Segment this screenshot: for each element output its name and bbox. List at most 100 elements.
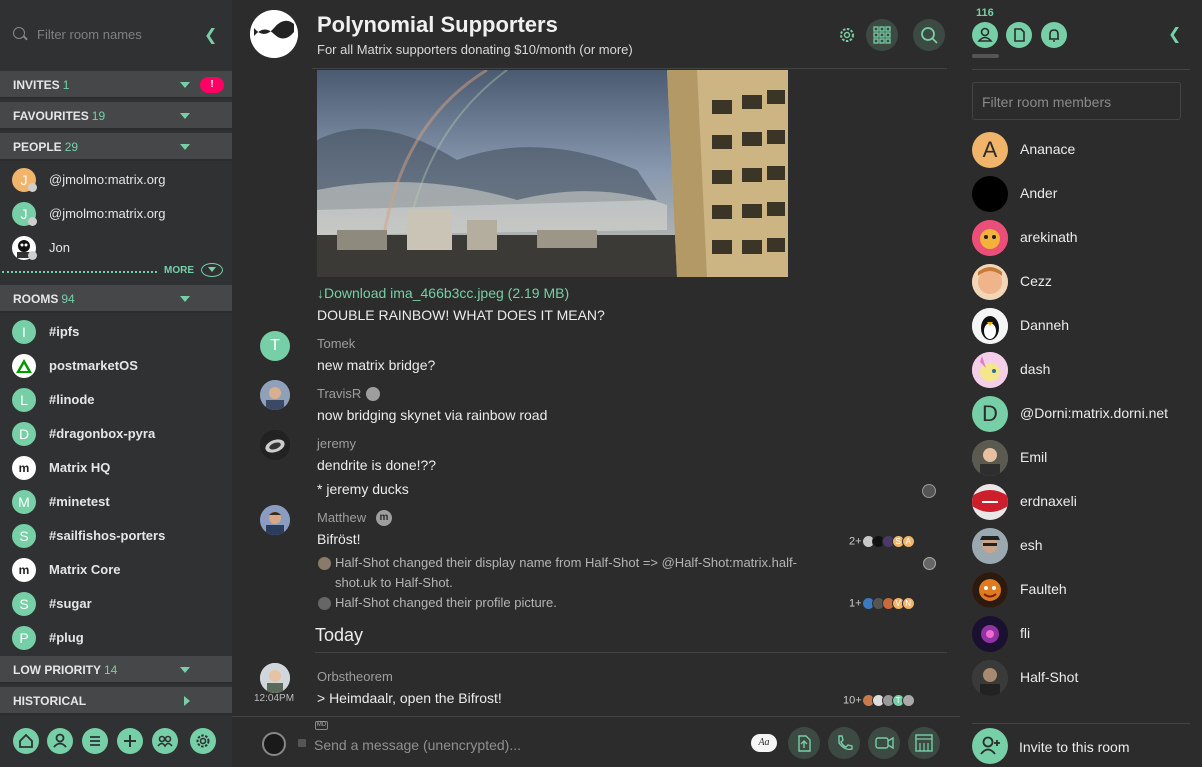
chevron-right-icon[interactable] xyxy=(184,696,190,706)
files-tab-icon[interactable] xyxy=(1006,22,1032,48)
room-avatar[interactable] xyxy=(250,10,298,58)
room-item[interactable]: m Matrix HQ xyxy=(0,451,232,485)
voice-call-icon[interactable] xyxy=(828,727,860,759)
read-receipts[interactable]: 1+ VN xyxy=(849,597,915,610)
section-rooms[interactable]: ROOMS 94 xyxy=(0,285,232,313)
settings-icon[interactable] xyxy=(190,728,216,754)
format-toggle[interactable]: Aa xyxy=(751,734,777,752)
sender-name[interactable]: TravisR xyxy=(317,386,361,401)
show-more[interactable]: MORE xyxy=(0,263,232,279)
avatar xyxy=(972,528,1008,564)
member-item[interactable]: fli xyxy=(972,613,1190,657)
apps-grid-icon[interactable] xyxy=(866,19,898,51)
collapse-left-icon[interactable]: ❮ xyxy=(204,25,217,45)
room-item[interactable]: D #dragonbox-pyra xyxy=(0,417,232,451)
group-icon[interactable] xyxy=(152,728,178,754)
chevron-down-icon[interactable] xyxy=(180,667,190,673)
member-item[interactable]: erdnaxeli xyxy=(972,481,1190,525)
read-receipts[interactable]: 2+ SA xyxy=(849,535,915,548)
search-icon xyxy=(13,27,25,39)
apps-icon[interactable] xyxy=(908,727,940,759)
members-tab-icon[interactable] xyxy=(972,22,998,48)
section-historical-label: HISTORICAL xyxy=(13,694,87,708)
people-item[interactable]: Jon xyxy=(0,231,232,265)
avatar[interactable] xyxy=(260,430,290,460)
sender-name[interactable]: Orbstheorem xyxy=(317,669,393,684)
timeline[interactable]: ↓Download ima_466b3cc.jpeg (2.19 MB) DOU… xyxy=(232,69,960,716)
people-item[interactable]: J @jmolmo:matrix.org xyxy=(0,163,232,197)
avatar: A xyxy=(901,535,915,548)
member-item[interactable]: D @Dorni:matrix.dorni.net xyxy=(972,393,1190,437)
people-item[interactable]: J @jmolmo:matrix.org xyxy=(0,197,232,231)
member-item[interactable]: esh xyxy=(972,525,1190,569)
room-item[interactable]: S #sailfishos-porters xyxy=(0,519,232,553)
room-item[interactable]: m Matrix Core xyxy=(0,553,232,587)
member-filter-input[interactable]: Filter room members xyxy=(972,82,1181,120)
room-item[interactable]: S #sugar xyxy=(0,587,232,621)
room-item[interactable]: L #linode xyxy=(0,383,232,417)
read-receipt[interactable] xyxy=(923,557,936,570)
member-item[interactable]: dash xyxy=(972,349,1190,393)
avatar[interactable]: T xyxy=(260,331,290,361)
sender-name[interactable]: Matthew xyxy=(317,510,366,525)
section-people[interactable]: PEOPLE 29 xyxy=(0,133,232,161)
download-link[interactable]: ↓Download ima_466b3cc.jpeg (2.19 MB) xyxy=(317,285,569,301)
sender-name[interactable]: Tomek xyxy=(317,336,355,351)
member-name: esh xyxy=(1020,537,1043,553)
avatar[interactable] xyxy=(260,380,290,410)
read-receipts[interactable]: 10+ T xyxy=(843,694,915,707)
home-icon[interactable] xyxy=(13,728,39,754)
upload-icon[interactable] xyxy=(788,727,820,759)
room-item[interactable]: postmarketOS xyxy=(0,349,232,383)
section-historical[interactable]: HISTORICAL xyxy=(0,687,232,715)
invite-button[interactable]: Invite to this room xyxy=(972,723,1190,767)
section-low-priority[interactable]: LOW PRIORITY 14 xyxy=(0,656,232,684)
image-attachment[interactable] xyxy=(317,70,788,277)
room-filter[interactable]: Filter room names ❮ xyxy=(0,16,232,52)
member-name: Ander xyxy=(1020,185,1058,201)
section-invites[interactable]: INVITES 1 ! xyxy=(0,71,232,99)
message-input[interactable]: Send a message (unencrypted)... xyxy=(314,737,521,753)
member-item[interactable]: Cezz xyxy=(972,261,1190,305)
member-filter-placeholder[interactable]: Filter room members xyxy=(982,94,1111,110)
member-item[interactable]: Emil xyxy=(972,437,1190,481)
room-item[interactable]: P #plug xyxy=(0,621,232,655)
avatar[interactable] xyxy=(260,663,290,693)
collapse-right-icon[interactable]: ❮ xyxy=(1168,24,1181,44)
room-item[interactable]: I #ipfs xyxy=(0,315,232,349)
chevron-down-icon[interactable] xyxy=(180,144,190,150)
sender-name[interactable]: jeremy xyxy=(317,436,356,451)
state-event-line: Half-Shot changed their display name fro… xyxy=(335,555,797,570)
member-item[interactable]: Faulteh xyxy=(972,569,1190,613)
member-item[interactable]: Half-Shot xyxy=(972,657,1190,701)
video-call-icon[interactable] xyxy=(868,727,900,759)
avatar xyxy=(262,732,286,756)
member-name: Danneh xyxy=(1020,317,1070,333)
markdown-icon[interactable]: MD xyxy=(315,721,328,730)
section-favourites[interactable]: FAVOURITES 19 xyxy=(0,102,232,130)
member-name: Half-Shot xyxy=(1020,669,1079,685)
plus-icon[interactable] xyxy=(117,728,143,754)
chevron-down-icon[interactable] xyxy=(180,113,190,119)
message-body: DOUBLE RAINBOW! WHAT DOES IT MEAN? xyxy=(317,307,605,323)
chevron-down-icon[interactable] xyxy=(180,296,190,302)
room-filter-placeholder[interactable]: Filter room names xyxy=(37,27,142,42)
chevron-down-icon[interactable] xyxy=(201,263,223,277)
person-icon[interactable] xyxy=(47,728,73,754)
member-item[interactable]: Ander xyxy=(972,173,1190,217)
avatar[interactable] xyxy=(260,505,290,535)
room-settings-icon[interactable] xyxy=(831,19,863,51)
member-item[interactable]: Danneh xyxy=(972,305,1190,349)
member-item[interactable]: arekinath xyxy=(972,217,1190,261)
message-body: * jeremy ducks xyxy=(317,481,409,497)
notifications-tab-icon[interactable] xyxy=(1041,22,1067,48)
read-receipt[interactable] xyxy=(922,484,936,498)
room-item[interactable]: M #minetest xyxy=(0,485,232,519)
room-topic: For all Matrix supporters donating $10/m… xyxy=(317,42,633,57)
search-icon[interactable] xyxy=(913,19,945,51)
list-icon[interactable] xyxy=(82,728,108,754)
state-event: Half-Shot changed their profile picture. xyxy=(335,595,557,610)
member-item[interactable]: A Ananace xyxy=(972,129,1190,173)
chevron-down-icon[interactable] xyxy=(180,82,190,88)
room-title[interactable]: Polynomial Supporters xyxy=(317,12,558,38)
